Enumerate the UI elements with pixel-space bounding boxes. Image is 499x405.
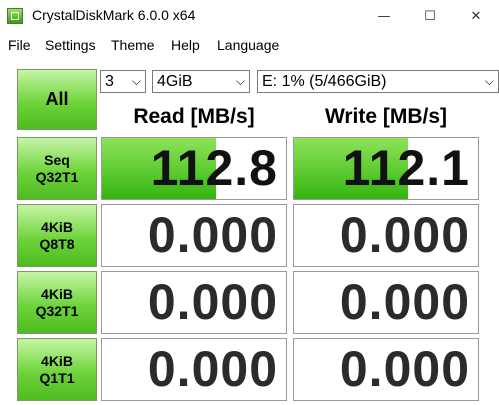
seq-read-result: 112.8 [101, 137, 287, 200]
menu-file[interactable]: File [8, 37, 31, 53]
4kib-q8t8-button[interactable]: 4KiB Q8T8 [17, 204, 97, 267]
row-label-line2: Q8T8 [39, 235, 75, 252]
4kib-q32t1-button[interactable]: 4KiB Q32T1 [17, 271, 97, 334]
read-value: 0.000 [147, 207, 278, 263]
minimize-button[interactable]: — [361, 0, 407, 32]
write-value: 0.000 [339, 341, 470, 397]
chevron-down-icon: ⌵ [235, 74, 245, 88]
4kib-q1t1-button[interactable]: 4KiB Q1T1 [17, 338, 97, 401]
read-value: 112.8 [150, 140, 278, 196]
row-label-line1: 4KiB [41, 352, 73, 369]
read-header: Read [MB/s] [133, 105, 255, 128]
row-label-line1: Seq [44, 151, 70, 168]
4kib-q1t1-write-result: 0.000 [293, 338, 479, 401]
drive-value: E: 1% (5/466GiB) [262, 73, 387, 90]
chevron-down-icon: ⌵ [131, 74, 141, 88]
close-button[interactable]: ✕ [453, 0, 499, 32]
seq-q32t1-button[interactable]: Seq Q32T1 [17, 137, 97, 200]
4kib-q8t8-write-result: 0.000 [293, 204, 479, 267]
write-header: Write [MB/s] [324, 105, 448, 128]
row-label-line2: Q1T1 [39, 369, 75, 386]
menu-language[interactable]: Language [217, 37, 279, 53]
menu-bar: File Settings Theme Help Language [0, 33, 499, 57]
row-label-line1: 4KiB [41, 218, 73, 235]
test-count-select[interactable]: 3 ⌵ [100, 70, 146, 93]
test-count-value: 3 [105, 73, 114, 90]
4kib-q1t1-read-result: 0.000 [101, 338, 287, 401]
4kib-q32t1-write-result: 0.000 [293, 271, 479, 334]
app-icon [7, 8, 23, 24]
title-bar: CrystalDiskMark 6.0.0 x64 — ☐ ✕ [0, 0, 499, 32]
menu-settings[interactable]: Settings [45, 37, 96, 53]
read-value: 0.000 [147, 341, 278, 397]
row-label-line1: 4KiB [41, 285, 73, 302]
menu-help[interactable]: Help [171, 37, 200, 53]
test-size-value: 4GiB [157, 73, 193, 90]
maximize-button[interactable]: ☐ [407, 0, 453, 32]
write-value: 0.000 [339, 274, 470, 330]
read-value: 0.000 [147, 274, 278, 330]
drive-select[interactable]: E: 1% (5/466GiB) ⌵ [257, 70, 499, 93]
4kib-q32t1-read-result: 0.000 [101, 271, 287, 334]
window-title: CrystalDiskMark 6.0.0 x64 [32, 7, 196, 23]
test-size-select[interactable]: 4GiB ⌵ [152, 70, 250, 93]
row-label-line2: Q32T1 [35, 168, 79, 185]
run-all-button[interactable]: All [17, 69, 97, 130]
chevron-down-icon: ⌵ [484, 74, 494, 88]
menu-theme[interactable]: Theme [111, 37, 155, 53]
write-value: 0.000 [339, 207, 470, 263]
4kib-q8t8-read-result: 0.000 [101, 204, 287, 267]
seq-write-result: 112.1 [293, 137, 479, 200]
write-value: 112.1 [342, 140, 470, 196]
row-label-line2: Q32T1 [35, 302, 79, 319]
